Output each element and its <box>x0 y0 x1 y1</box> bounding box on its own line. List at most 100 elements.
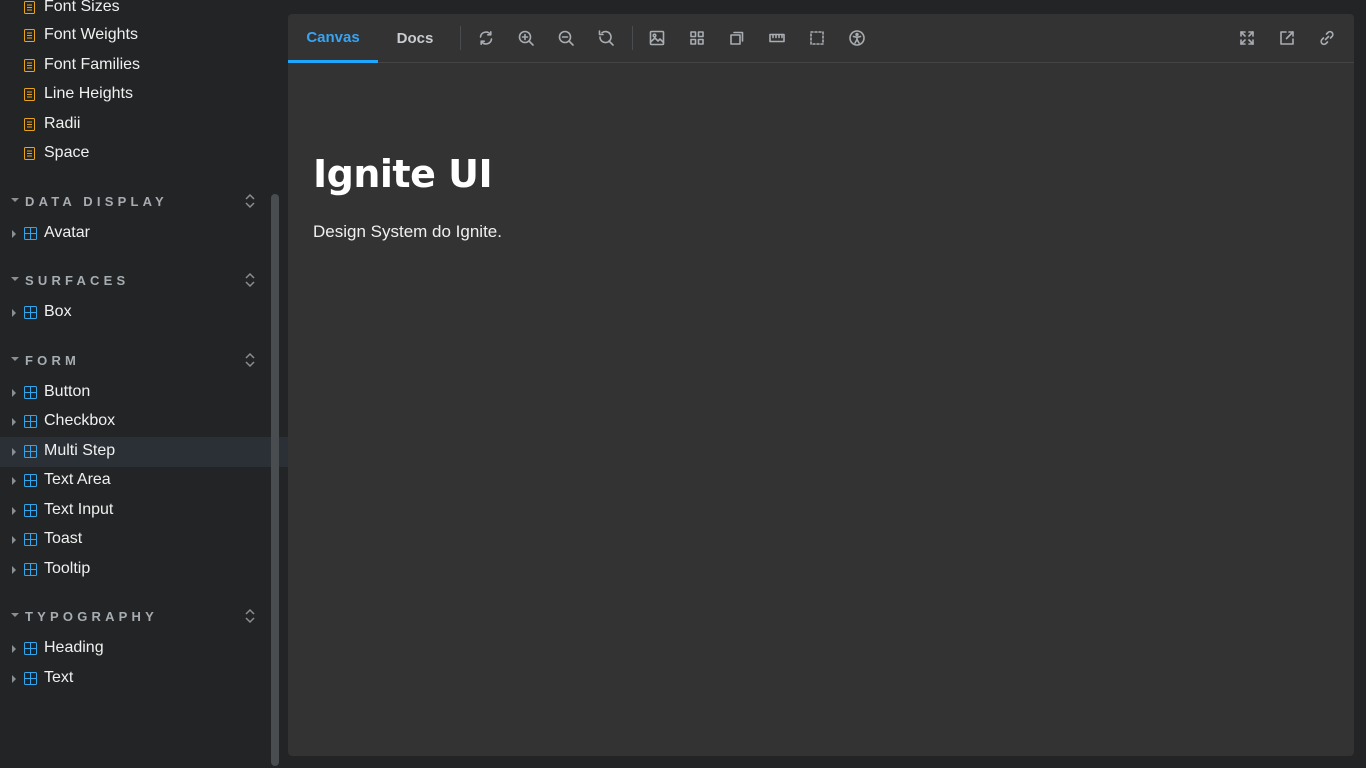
preview-panel: Canvas Docs Ignite UI Design System do I… <box>288 14 1354 756</box>
accessibility-icon[interactable] <box>846 27 868 49</box>
viewport-icon[interactable] <box>726 27 748 49</box>
sidebar-item-label: Font Families <box>44 56 141 73</box>
group-label: SURFACES <box>25 273 130 288</box>
page-title: Ignite UI <box>313 152 493 196</box>
caret-right-icon <box>12 645 16 653</box>
sidebar-item-text-input[interactable]: Text Input <box>0 496 288 526</box>
tab-docs[interactable]: Docs <box>380 14 450 63</box>
caret-right-icon <box>12 675 16 683</box>
canvas-preview: Ignite UI Design System do Ignite. <box>288 64 1354 756</box>
sidebar-item-label: Text <box>44 669 74 686</box>
expand-collapse-icon[interactable] <box>243 352 257 368</box>
sidebar-item-label: Toast <box>44 530 83 547</box>
sidebar: Font Sizes Font Weights Font Families Li… <box>0 0 288 768</box>
group-header-surfaces[interactable]: SURFACES <box>0 271 270 293</box>
document-icon <box>24 29 35 42</box>
caret-right-icon <box>12 536 16 544</box>
copy-link-icon[interactable] <box>1316 27 1338 49</box>
component-icon <box>24 672 37 685</box>
caret-right-icon <box>12 309 16 317</box>
caret-right-icon <box>12 389 16 397</box>
measure-icon[interactable] <box>766 27 788 49</box>
sidebar-item-label: Box <box>44 303 72 320</box>
sidebar-item-label: Radii <box>44 115 81 132</box>
caret-down-icon <box>11 277 19 281</box>
toolbar: Canvas Docs <box>288 14 1354 63</box>
document-icon <box>24 118 35 131</box>
fullscreen-icon[interactable] <box>1236 27 1258 49</box>
group-header-typography[interactable]: TYPOGRAPHY <box>0 607 270 629</box>
group-header-form[interactable]: FORM <box>0 351 270 373</box>
sidebar-item-label: Text Input <box>44 501 114 518</box>
caret-right-icon <box>12 477 16 485</box>
component-icon <box>24 474 37 487</box>
toolbar-divider <box>632 26 633 50</box>
sidebar-item-radii[interactable]: Radii <box>0 110 288 140</box>
sidebar-item-font-sizes[interactable]: Font Sizes <box>0 0 288 23</box>
outline-icon[interactable] <box>806 27 828 49</box>
expand-collapse-icon[interactable] <box>243 193 257 209</box>
document-icon <box>24 147 35 160</box>
document-icon <box>24 1 35 14</box>
grid-icon[interactable] <box>686 27 708 49</box>
expand-collapse-icon[interactable] <box>243 608 257 624</box>
sidebar-item-font-families[interactable]: Font Families <box>0 51 288 81</box>
caret-down-icon <box>11 198 19 202</box>
sidebar-item-text-area[interactable]: Text Area <box>0 466 288 496</box>
page-description: Design System do Ignite. <box>313 222 502 241</box>
sidebar-item-label: Checkbox <box>44 412 116 429</box>
sidebar-item-toast[interactable]: Toast <box>0 525 288 555</box>
document-icon <box>24 59 35 72</box>
sidebar-item-multi-step[interactable]: Multi Step <box>0 437 288 467</box>
sidebar-item-box[interactable]: Box <box>0 298 288 328</box>
caret-down-icon <box>11 357 19 361</box>
document-icon <box>24 88 35 101</box>
sidebar-item-checkbox[interactable]: Checkbox <box>0 407 288 437</box>
component-icon <box>24 415 37 428</box>
zoom-in-icon[interactable] <box>515 27 537 49</box>
component-icon <box>24 504 37 517</box>
sidebar-item-label: Line Heights <box>44 85 133 102</box>
group-label: TYPOGRAPHY <box>25 609 159 624</box>
sync-icon[interactable] <box>475 27 497 49</box>
caret-right-icon <box>12 230 16 238</box>
caret-right-icon <box>12 566 16 574</box>
sidebar-item-label: Font Sizes <box>44 0 120 15</box>
open-new-tab-icon[interactable] <box>1276 27 1298 49</box>
sidebar-item-label: Space <box>44 144 90 161</box>
sidebar-item-label: Button <box>44 383 91 400</box>
tab-canvas[interactable]: Canvas <box>288 14 378 63</box>
sidebar-item-label: Tooltip <box>44 560 91 577</box>
zoom-reset-icon[interactable] <box>595 27 617 49</box>
toolbar-divider <box>460 26 461 50</box>
background-icon[interactable] <box>646 27 668 49</box>
sidebar-item-label: Text Area <box>44 471 111 488</box>
caret-right-icon <box>12 418 16 426</box>
sidebar-scrollbar[interactable] <box>271 194 279 766</box>
group-header-data-display[interactable]: DATA DISPLAY <box>0 192 270 214</box>
component-icon <box>24 386 37 399</box>
group-label: DATA DISPLAY <box>25 194 168 209</box>
sidebar-item-label: Heading <box>44 639 104 656</box>
sidebar-item-line-heights[interactable]: Line Heights <box>0 80 288 110</box>
component-icon <box>24 563 37 576</box>
sidebar-item-heading[interactable]: Heading <box>0 634 288 664</box>
sidebar-item-tooltip[interactable]: Tooltip <box>0 555 288 585</box>
sidebar-item-font-weights[interactable]: Font Weights <box>0 21 288 51</box>
caret-right-icon <box>12 448 16 456</box>
sidebar-item-text[interactable]: Text <box>0 664 288 694</box>
sidebar-item-label: Avatar <box>44 224 90 241</box>
sidebar-item-label: Font Weights <box>44 26 138 43</box>
sidebar-item-label: Multi Step <box>44 442 116 459</box>
zoom-out-icon[interactable] <box>555 27 577 49</box>
sidebar-item-avatar[interactable]: Avatar <box>0 219 288 249</box>
sidebar-item-space[interactable]: Space <box>0 139 288 169</box>
caret-right-icon <box>12 507 16 515</box>
sidebar-item-button[interactable]: Button <box>0 378 288 408</box>
component-icon <box>24 227 37 240</box>
component-icon <box>24 642 37 655</box>
expand-collapse-icon[interactable] <box>243 272 257 288</box>
component-icon <box>24 306 37 319</box>
group-label: FORM <box>25 353 81 368</box>
caret-down-icon <box>11 613 19 617</box>
